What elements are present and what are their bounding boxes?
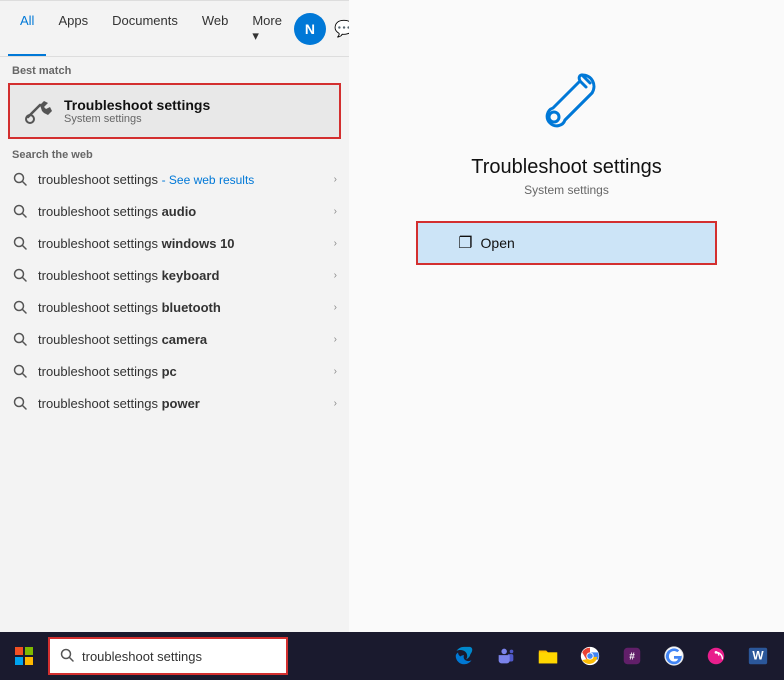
best-match-subtitle: System settings [64, 113, 210, 125]
search-results-list: troubleshoot settings - See web results … [0, 163, 349, 419]
best-match-item[interactable]: Troubleshoot settings System settings [8, 83, 341, 139]
open-button-wrap: ❐ Open [416, 221, 717, 265]
search-item-1[interactable]: troubleshoot settings audio › [0, 195, 349, 227]
right-panel: Troubleshoot settings System settings ❐ … [349, 0, 784, 632]
chevron-icon-0: › [334, 174, 337, 185]
right-panel-icon [527, 60, 607, 140]
search-item-7[interactable]: troubleshoot settings power › [0, 387, 349, 419]
open-button-extra-area [555, 223, 715, 263]
chevron-icon-3: › [334, 270, 337, 281]
best-match-label: Best match [0, 57, 349, 81]
search-web-label: Search the web [0, 141, 349, 163]
taskbar-edge-icon[interactable] [446, 638, 482, 674]
open-window-icon: ❐ [458, 233, 472, 253]
search-item-text-3: troubleshoot settings keyboard [38, 268, 334, 283]
chevron-icon-7: › [334, 398, 337, 409]
search-icon-4 [12, 299, 28, 315]
open-button[interactable]: ❐ Open [418, 223, 555, 263]
see-web-link[interactable]: - See web results [162, 173, 255, 187]
right-panel-title: Troubleshoot settings [471, 156, 661, 179]
search-item-text-0: troubleshoot settings - See web results [38, 172, 334, 187]
tab-bar: All Apps Documents Web More ▾ N 💬 ⋯ ✕ [0, 1, 349, 57]
search-item-text-5: troubleshoot settings camera [38, 332, 334, 347]
search-icon-2 [12, 235, 28, 251]
search-item-text-2: troubleshoot settings windows 10 [38, 236, 334, 251]
taskbar-search-text: troubleshoot settings [82, 649, 202, 664]
chevron-icon-4: › [334, 302, 337, 313]
search-item-text-7: troubleshoot settings power [38, 396, 334, 411]
search-icon-0 [12, 171, 28, 187]
chevron-icon-1: › [334, 206, 337, 217]
search-icon-6 [12, 363, 28, 379]
taskbar-search-icon [60, 648, 74, 665]
search-icon-7 [12, 395, 28, 411]
search-item-0[interactable]: troubleshoot settings - See web results … [0, 163, 349, 195]
search-item-text-4: troubleshoot settings bluetooth [38, 300, 334, 315]
search-icon-3 [12, 267, 28, 283]
user-avatar[interactable]: N [294, 13, 326, 45]
search-icon-1 [12, 203, 28, 219]
start-button[interactable] [0, 632, 48, 680]
chevron-icon-5: › [334, 334, 337, 345]
svg-text:W: W [752, 649, 764, 663]
taskbar-teams-icon[interactable] [488, 638, 524, 674]
chevron-icon-2: › [334, 238, 337, 249]
taskbar-explorer-icon[interactable] [530, 638, 566, 674]
tab-web[interactable]: Web [190, 1, 241, 56]
taskbar-chrome-icon[interactable] [572, 638, 608, 674]
search-item-3[interactable]: troubleshoot settings keyboard › [0, 259, 349, 291]
taskbar-slack-icon[interactable]: # [614, 638, 650, 674]
search-item-2[interactable]: troubleshoot settings windows 10 › [0, 227, 349, 259]
wrench-icon [22, 95, 54, 127]
search-item-text-6: troubleshoot settings pc [38, 364, 334, 379]
search-popup: All Apps Documents Web More ▾ N 💬 ⋯ ✕ Be… [0, 0, 349, 632]
tab-apps[interactable]: Apps [46, 1, 100, 56]
search-item-text-1: troubleshoot settings audio [38, 204, 334, 219]
search-item-5[interactable]: troubleshoot settings camera › [0, 323, 349, 355]
taskbar-icons: # W [446, 638, 784, 674]
search-item-4[interactable]: troubleshoot settings bluetooth › [0, 291, 349, 323]
search-icon-5 [12, 331, 28, 347]
right-panel-subtitle: System settings [524, 183, 609, 197]
svg-text:#: # [629, 652, 635, 663]
taskbar-network-icon[interactable] [698, 638, 734, 674]
best-match-text: Troubleshoot settings System settings [64, 97, 210, 125]
chevron-icon-6: › [334, 366, 337, 377]
taskbar-word-icon[interactable]: W [740, 638, 776, 674]
open-button-label: Open [481, 235, 515, 251]
taskbar: troubleshoot settings [0, 632, 784, 680]
tab-all[interactable]: All [8, 1, 46, 56]
tab-more[interactable]: More ▾ [240, 1, 294, 56]
taskbar-google-icon[interactable] [656, 638, 692, 674]
taskbar-search-box[interactable]: troubleshoot settings [48, 637, 288, 675]
tab-documents[interactable]: Documents [100, 1, 190, 56]
best-match-title: Troubleshoot settings [64, 97, 210, 113]
search-item-6[interactable]: troubleshoot settings pc › [0, 355, 349, 387]
